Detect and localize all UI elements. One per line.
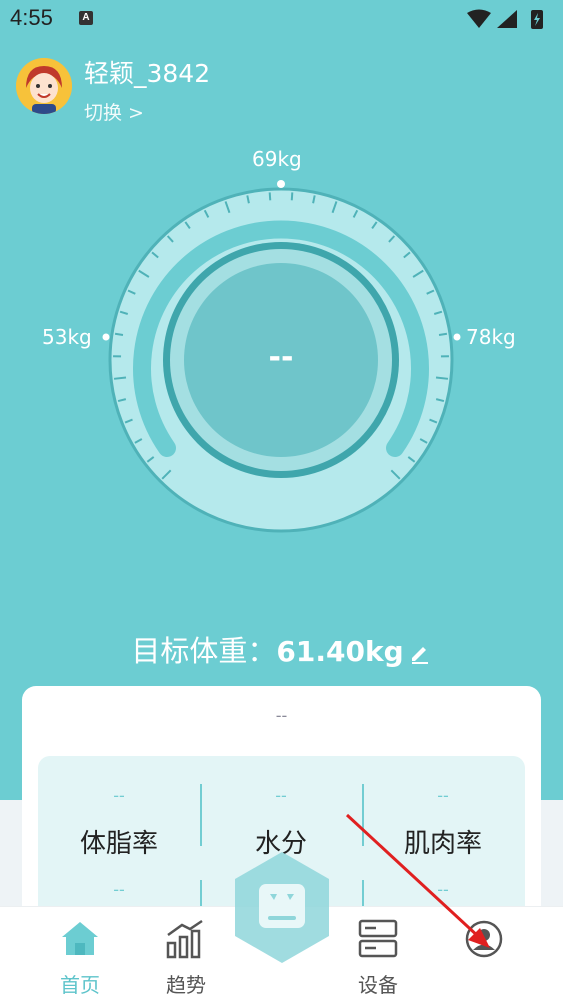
gauge-tick [268, 192, 272, 201]
gauge-tick [438, 332, 448, 336]
nav-trend-label: 趋势 [166, 973, 206, 997]
profile-icon [465, 920, 503, 958]
gauge-tick [435, 376, 449, 380]
divider [362, 784, 364, 846]
target-weight-label: 目标体重： [131, 634, 277, 668]
device-server-icon [358, 919, 398, 958]
metric-value: -- [113, 880, 125, 899]
metric-value: -- [113, 786, 125, 805]
nav-profile[interactable] [434, 907, 534, 965]
metric-row2-3[interactable]: -- [362, 880, 524, 899]
username: 轻颖_3842 [84, 59, 211, 88]
target-weight[interactable]: 目标体重：61.40kg [0, 628, 563, 670]
nav-device-label: 设备 [358, 973, 398, 997]
gauge-tick [113, 376, 127, 380]
gauge-label-top: 69kg [252, 147, 302, 171]
avatar[interactable] [16, 58, 72, 114]
gauge-dot-left [102, 333, 110, 341]
status-time: 4:55 [10, 5, 53, 30]
status-bar: 4:55 A [0, 0, 563, 40]
card-summary-value: -- [275, 706, 288, 725]
edit-pencil-icon[interactable] [408, 641, 432, 665]
gauge-tick [114, 332, 124, 336]
wifi-icon [467, 9, 491, 28]
nav-home-label: 首页 [60, 973, 100, 997]
gauge-label-left: 53kg [42, 325, 92, 349]
metric-body-fat[interactable]: -- 体脂率 [38, 786, 200, 860]
metric-value: -- [437, 786, 449, 805]
notification-icon: A [79, 11, 93, 25]
gauge-dot-right [453, 333, 461, 341]
switch-user-link[interactable]: 切换 > [84, 98, 144, 125]
metric-muscle[interactable]: -- 肌肉率 [362, 786, 524, 860]
target-weight-value: 61.40kg [276, 635, 404, 668]
gauge-dot-top [277, 180, 285, 188]
metric-label: 体脂率 [79, 829, 158, 859]
trend-chart-icon [166, 919, 203, 959]
home-icon [62, 922, 98, 955]
nav-home[interactable]: 首页 [30, 907, 130, 998]
system-status-icons [467, 9, 543, 29]
nav-device[interactable]: 设备 [328, 907, 428, 998]
gauge-tick [290, 192, 294, 201]
nav-trend[interactable]: 趋势 [136, 907, 236, 998]
scale-icon [259, 884, 305, 928]
metric-value: -- [437, 880, 449, 899]
current-weight-value: -- [268, 340, 294, 375]
avatar-face-icon [16, 58, 72, 114]
metric-label: 肌肉率 [403, 829, 482, 859]
metric-row2-1[interactable]: -- [38, 880, 200, 899]
gauge-label-right: 78kg [466, 325, 516, 349]
scale-measure-button[interactable] [232, 850, 332, 965]
metric-water[interactable]: -- 水分 [200, 786, 362, 860]
metric-value: -- [275, 786, 287, 805]
divider [200, 784, 202, 846]
signal-icon [497, 10, 517, 28]
